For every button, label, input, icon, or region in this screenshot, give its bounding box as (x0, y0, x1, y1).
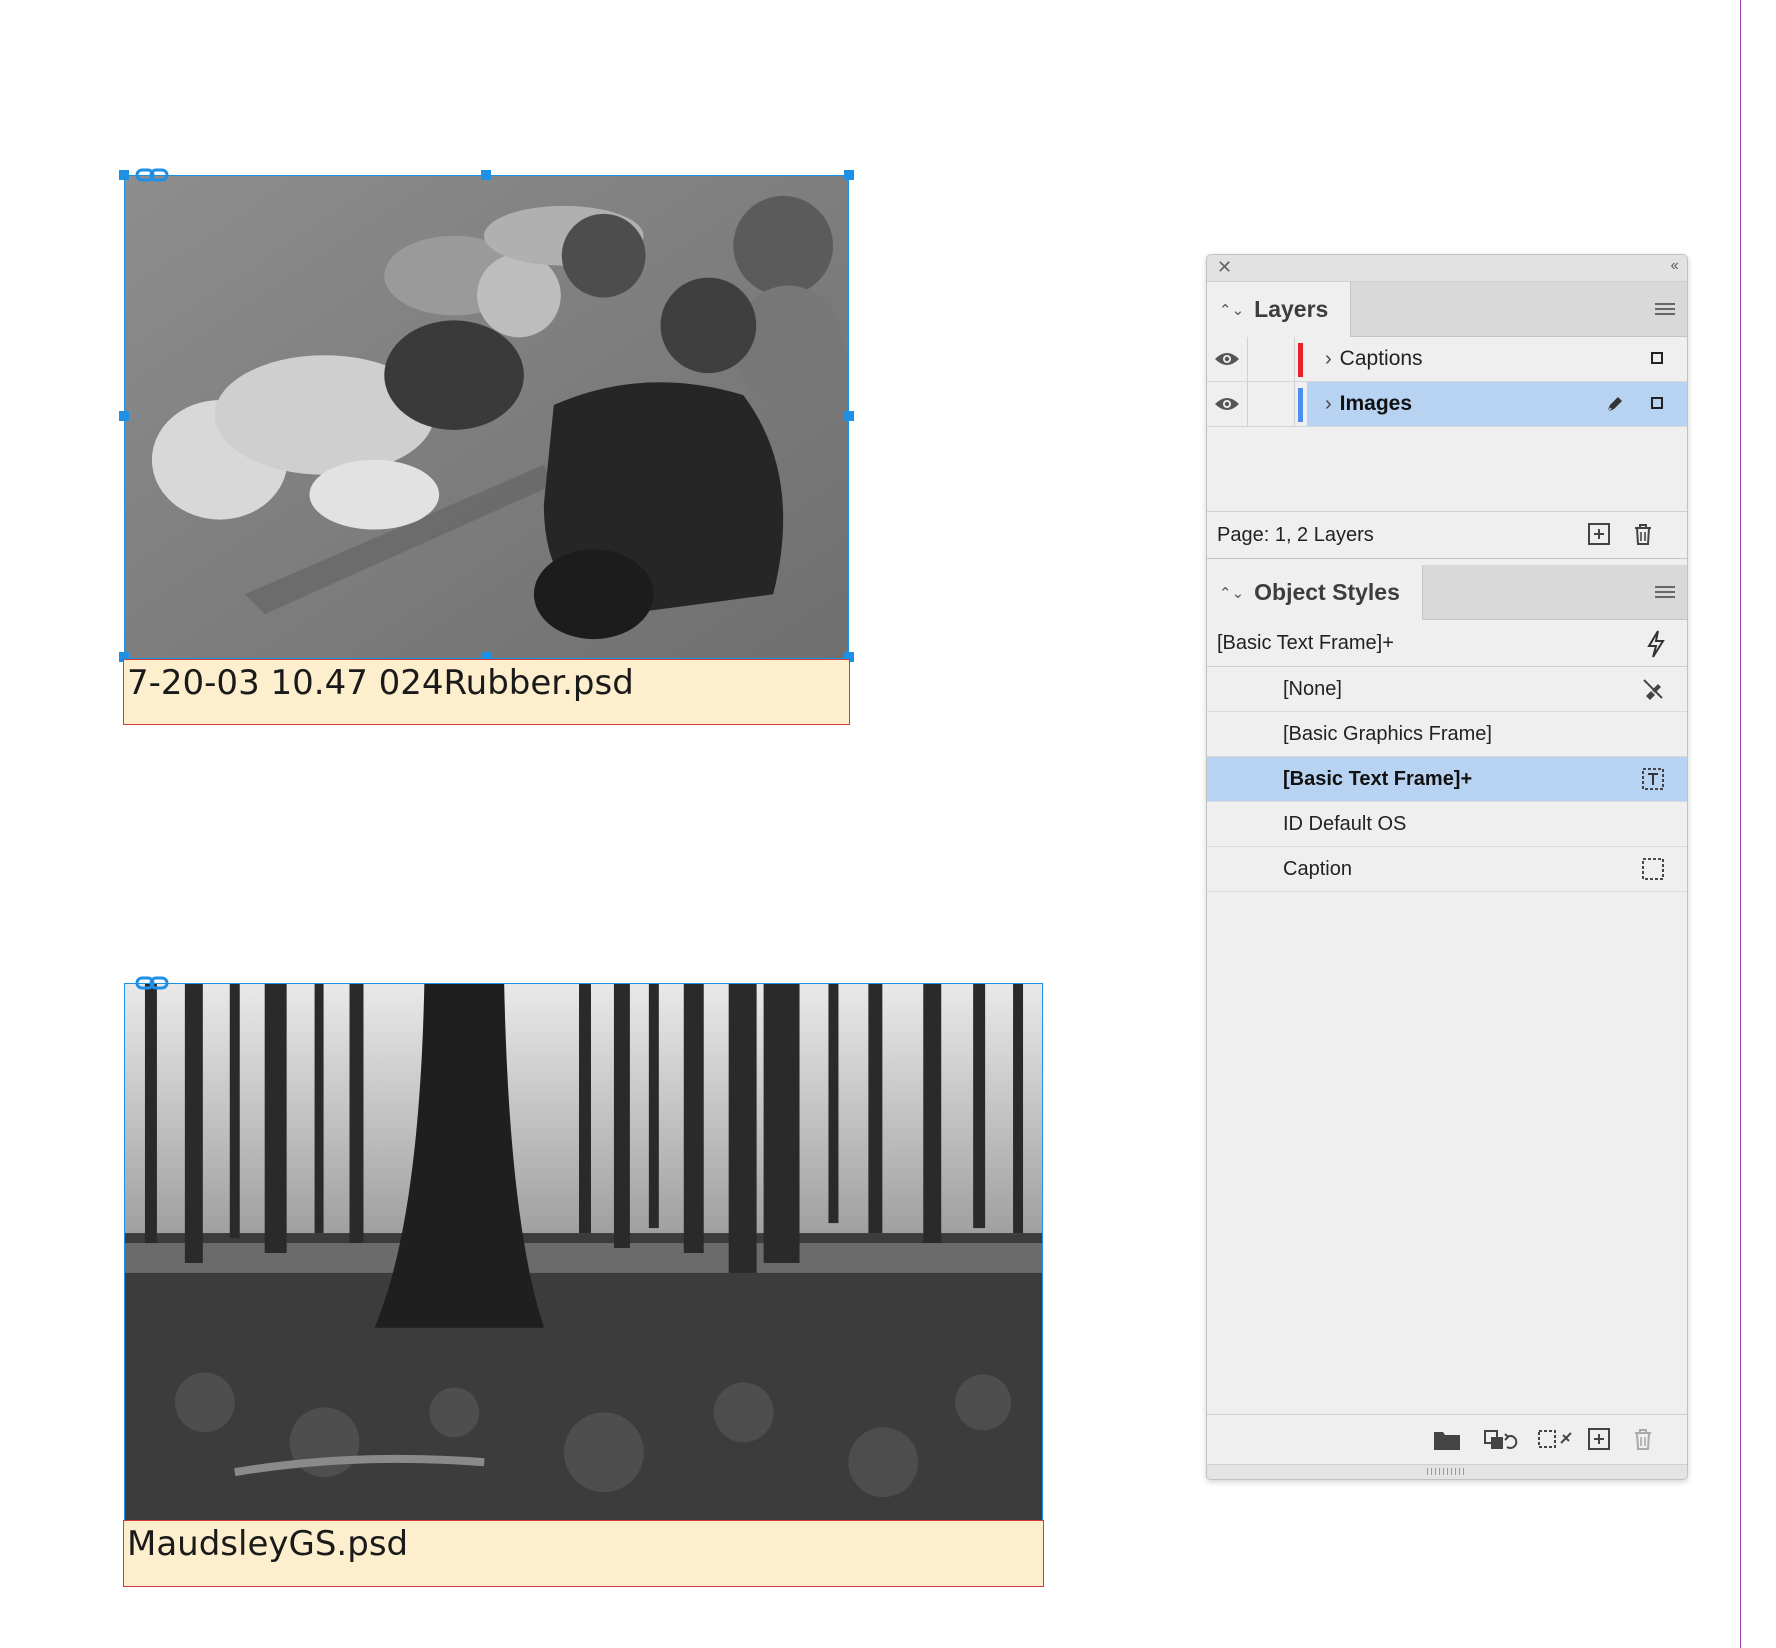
layers-status-text: Page: 1, 2 Layers (1217, 523, 1374, 546)
trash-icon[interactable] (1631, 522, 1655, 546)
pen-icon (1606, 397, 1622, 413)
style-item-none[interactable]: [None] (1207, 667, 1687, 712)
text-frame-default-icon (1642, 768, 1664, 790)
clear-attributes-icon[interactable] (1537, 1427, 1575, 1451)
panel-resize-grip[interactable] (1207, 1464, 1687, 1479)
eye-icon[interactable] (1207, 382, 1248, 426)
resize-handle[interactable] (119, 170, 129, 180)
resize-handle[interactable] (844, 170, 854, 180)
lightning-icon[interactable] (1645, 630, 1667, 658)
current-style-row: [Basic Text Frame]+ (1207, 620, 1687, 667)
chevron-right-icon[interactable]: › (1325, 393, 1332, 416)
style-item-basic-graphics-frame[interactable]: [Basic Graphics Frame] (1207, 712, 1687, 757)
current-style-label: [Basic Text Frame]+ (1217, 631, 1394, 654)
layer-name: Images (1339, 392, 1413, 415)
page-boundary-line (1740, 0, 1741, 1648)
tab-layers[interactable]: ⌃⌄ Layers (1207, 282, 1352, 337)
photo-forest (125, 984, 1042, 1520)
layer-color-swatch (1298, 343, 1303, 377)
photo-children-playing (125, 176, 848, 658)
image-frame-forest[interactable] (124, 983, 1043, 1521)
layer-color-swatch (1298, 388, 1303, 422)
object-styles-tab-bar: ⌃⌄ Object Styles (1207, 565, 1687, 620)
caption-frame-1[interactable]: 7-20-03 10.47 024Rubber.psd (123, 659, 850, 725)
layer-name: Captions (1339, 347, 1423, 370)
updown-icon: ⌃⌄ (1219, 301, 1245, 319)
updown-icon: ⌃⌄ (1219, 584, 1245, 602)
selection-square-icon[interactable] (1651, 397, 1663, 409)
lock-toggle[interactable] (1248, 337, 1295, 381)
layers-tab-bar: ⌃⌄ Layers (1207, 282, 1687, 337)
caption-frame-2[interactable]: MaudsleyGS.psd (123, 1520, 1044, 1587)
caption-text: MaudsleyGS.psd (127, 1524, 409, 1564)
panel-menu-icon[interactable] (1655, 303, 1675, 317)
collapse-icon[interactable]: ‹‹ (1670, 257, 1679, 275)
trash-icon[interactable] (1631, 1427, 1655, 1451)
panel-menu-icon[interactable] (1655, 586, 1675, 600)
resize-handle[interactable] (119, 411, 129, 421)
layers-footer: Page: 1, 2 Layers (1207, 512, 1687, 559)
panel-title-bar[interactable]: ✕ ‹‹ (1207, 255, 1687, 282)
image-frame-children[interactable] (124, 175, 849, 659)
caption-text: 7-20-03 10.47 024Rubber.psd (127, 663, 634, 703)
tab-object-styles[interactable]: ⌃⌄ Object Styles (1207, 565, 1423, 620)
selection-square-icon[interactable] (1651, 352, 1663, 364)
layer-row-images[interactable]: › Images (1207, 382, 1687, 427)
resize-handle[interactable] (481, 170, 491, 180)
styles-list-empty-area (1207, 892, 1687, 1420)
layers-list-empty-area (1207, 427, 1687, 512)
clear-overrides-icon[interactable] (1483, 1427, 1519, 1451)
none-style-icon (1643, 679, 1663, 700)
lock-toggle[interactable] (1248, 382, 1295, 426)
link-icon[interactable] (135, 973, 169, 993)
style-item-caption[interactable]: Caption (1207, 847, 1687, 892)
style-item-id-default-os[interactable]: ID Default OS (1207, 802, 1687, 847)
link-icon[interactable] (135, 165, 169, 185)
eye-icon[interactable] (1207, 337, 1248, 381)
object-styles-footer (1207, 1414, 1687, 1465)
new-style-icon[interactable] (1587, 1427, 1611, 1451)
graphics-frame-default-icon (1642, 858, 1664, 880)
close-icon[interactable]: ✕ (1217, 257, 1232, 278)
panel-group: ✕ ‹‹ ⌃⌄ Layers › Captions › Images Page:… (1206, 254, 1688, 1480)
new-folder-icon[interactable] (1433, 1427, 1461, 1451)
resize-handle[interactable] (844, 411, 854, 421)
layer-row-captions[interactable]: › Captions (1207, 337, 1687, 382)
style-item-basic-text-frame[interactable]: [Basic Text Frame]+ (1207, 757, 1687, 802)
new-layer-icon[interactable] (1587, 522, 1611, 546)
chevron-right-icon[interactable]: › (1325, 348, 1332, 371)
